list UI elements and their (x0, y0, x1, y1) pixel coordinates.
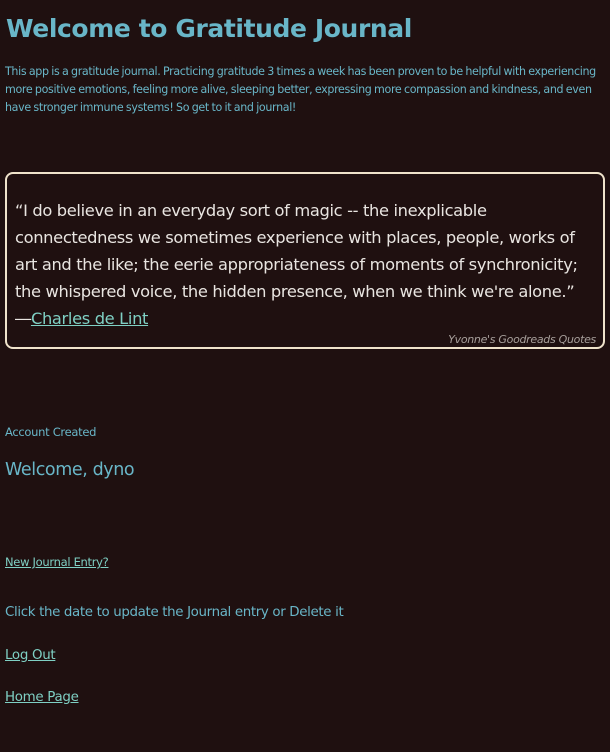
journal-instruction-text: Click the date to update the Journal ent… (5, 605, 344, 620)
quote-source: Yvonne's Goodreads Quotes (448, 333, 596, 346)
logout-link[interactable]: Log Out (5, 646, 56, 666)
new-journal-entry-link[interactable]: New Journal Entry? (5, 554, 109, 570)
account-status-message: Account Created (5, 425, 97, 439)
quote-body: “I do believe in an everyday sort of mag… (15, 197, 600, 332)
app-description: This app is a gratitude journal. Practic… (5, 65, 596, 114)
home-page-link[interactable]: Home Page (5, 688, 79, 708)
page-title: Welcome to Gratitude Journal (6, 14, 412, 43)
quote-author-link[interactable]: Charles de Lint (31, 309, 148, 328)
welcome-message: Welcome, dyno (5, 460, 135, 480)
quote-card: “I do believe in an everyday sort of mag… (5, 172, 605, 349)
